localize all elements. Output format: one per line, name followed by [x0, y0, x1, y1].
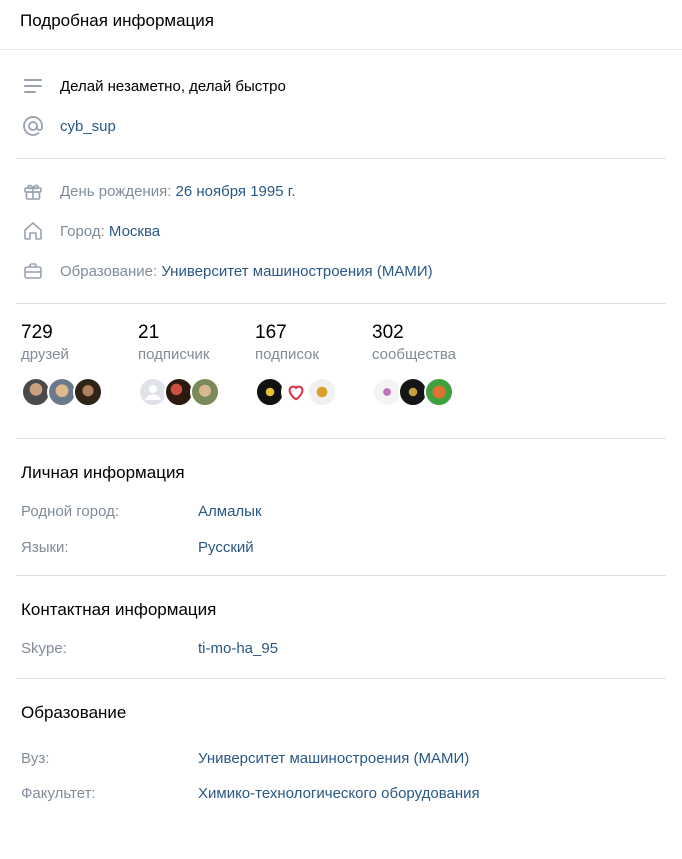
- details-section: День рождения: 26 ноября 1995 г. Город: …: [16, 159, 666, 303]
- skype-label: Skype:: [21, 639, 67, 657]
- education-link[interactable]: Университет машиностроения (МАМИ): [161, 263, 432, 280]
- gift-icon: [22, 180, 44, 202]
- subscriptions-avatars: [255, 377, 372, 407]
- status-text: Делай незаметно, делай быстро: [60, 77, 286, 95]
- contact-info-section: Контактная информация Skype: ti-mo-ha_95: [16, 576, 666, 678]
- faculty-row: Факультет: Химико-технологического обору…: [16, 779, 666, 807]
- personal-info-section: Личная информация Родной город: Алмалык …: [16, 439, 666, 575]
- hometown-label: Родной город:: [21, 502, 120, 520]
- followers-avatars: [138, 377, 255, 407]
- avatar[interactable]: [73, 377, 103, 407]
- faculty-label: Факультет:: [21, 784, 96, 802]
- personal-info-title: Личная информация: [21, 463, 185, 482]
- page-title: Подробная информация: [20, 11, 214, 30]
- city-label: Город:: [60, 222, 105, 240]
- birthday-label: День рождения:: [60, 182, 172, 200]
- hometown-link[interactable]: Алмалык: [198, 503, 262, 520]
- friends-count: 729: [21, 322, 53, 343]
- status-row: Делай незаметно, делай быстро: [16, 66, 666, 106]
- birthday-link[interactable]: 26 ноября 1995 г.: [176, 183, 296, 200]
- avatar[interactable]: [190, 377, 220, 407]
- avatar[interactable]: [307, 377, 337, 407]
- briefcase-icon: [22, 260, 44, 282]
- university-label: Вуз:: [21, 749, 50, 767]
- education-label: Образование:: [60, 262, 158, 280]
- communities-label: сообщества: [372, 346, 456, 363]
- birthday-row: День рождения: 26 ноября 1995 г.: [16, 171, 666, 211]
- languages-row: Языки: Русский: [16, 529, 666, 565]
- subscriptions-counter[interactable]: 167 подписок: [255, 322, 372, 438]
- city-link[interactable]: Москва: [109, 223, 160, 240]
- text-lines-icon: [22, 75, 44, 97]
- university-link[interactable]: Университет машиностроения (МАМИ): [198, 750, 469, 767]
- skype-row: Skype: ti-mo-ha_95: [16, 630, 666, 666]
- avatar[interactable]: [424, 377, 454, 407]
- followers-counter[interactable]: 21 подписчик: [138, 322, 255, 438]
- at-icon: [22, 115, 44, 137]
- nickname-link[interactable]: cyb_sup: [60, 118, 116, 135]
- education-section: Образование Вуз: Университет машинострое…: [16, 679, 666, 807]
- friends-counter[interactable]: 729 друзей: [21, 322, 138, 438]
- languages-label: Языки:: [21, 538, 69, 556]
- friends-avatars: [21, 377, 138, 407]
- followers-label: подписчик: [138, 346, 210, 363]
- communities-count: 302: [372, 322, 404, 343]
- nickname-row[interactable]: cyb_sup: [16, 106, 666, 146]
- skype-link[interactable]: ti-mo-ha_95: [198, 640, 278, 657]
- education-title: Образование: [21, 703, 127, 722]
- city-row: Город: Москва: [16, 211, 666, 251]
- languages-link[interactable]: Русский: [198, 539, 254, 556]
- subscriptions-count: 167: [255, 322, 287, 343]
- communities-counter[interactable]: 302 сообщества: [372, 322, 489, 438]
- page-header: Подробная информация: [0, 0, 682, 50]
- user-placeholder-icon: [145, 385, 161, 400]
- education-row: Образование: Университет машиностроения …: [16, 251, 666, 291]
- communities-avatars: [372, 377, 489, 407]
- hometown-row: Родной город: Алмалык: [16, 493, 666, 529]
- subscriptions-label: подписок: [255, 346, 319, 363]
- home-icon: [22, 220, 44, 242]
- followers-count: 21: [138, 322, 160, 343]
- heart-icon: [288, 385, 304, 401]
- contact-info-title: Контактная информация: [21, 600, 217, 619]
- friends-label: друзей: [21, 346, 69, 363]
- about-section: Делай незаметно, делай быстро cyb_sup: [16, 50, 666, 158]
- university-row: Вуз: Университет машиностроения (МАМИ): [16, 737, 666, 779]
- faculty-link[interactable]: Химико-технологического оборудования: [198, 785, 480, 802]
- counters-section: 729 друзей 21 подписчик 167 подписок 302…: [16, 304, 666, 438]
